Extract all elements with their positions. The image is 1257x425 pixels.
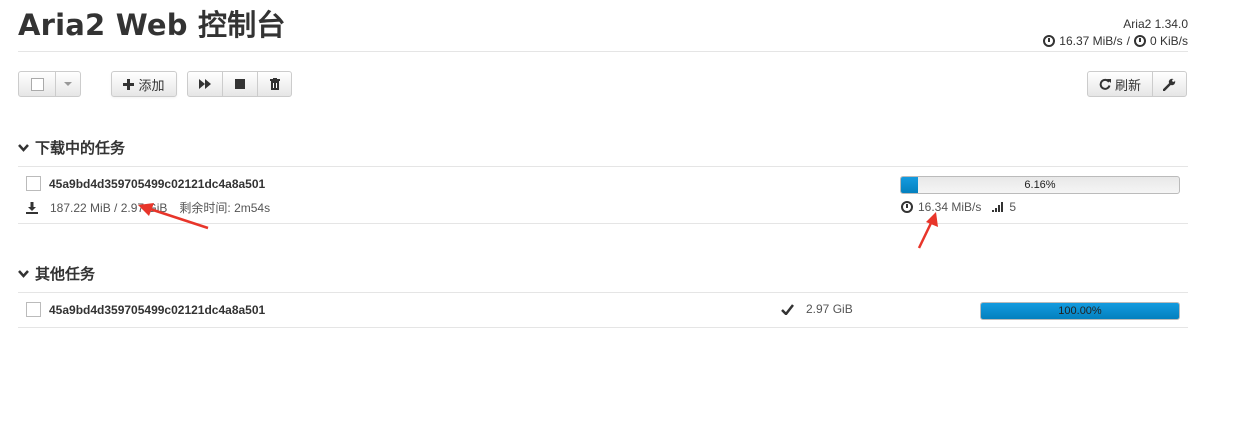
plus-icon [123,78,135,90]
add-task-label: 添加 [138,77,165,93]
check-icon [781,303,794,315]
section-divider [18,166,1188,167]
clock-icon [901,201,913,213]
add-task-button[interactable]: 添加 [111,71,177,97]
annotation-arrow-icon [917,212,938,249]
active-task-progress-bar: 6.16% [900,176,1180,194]
refresh-label: 刷新 [1114,77,1141,93]
active-task-size: 187.22 MiB / 2.97 GiB [50,200,168,215]
global-download-speed: 16.37 MiB/s [1059,34,1123,48]
refresh-icon [1099,78,1111,90]
section-others-title: 其他任务 [35,266,96,283]
active-task-remaining: 剩余时间: 2m54s [179,201,271,215]
checkbox-icon [30,77,44,91]
stop-icon [235,79,245,89]
trash-icon [269,78,280,90]
other-task-size: 2.97 GiB [806,302,853,316]
header-divider [18,51,1188,52]
section-active-header[interactable]: 下载中的任务 [18,137,125,158]
section-divider [18,292,1188,293]
refresh-settings-group: 刷新 [1087,71,1187,97]
section-others-header[interactable]: 其他任务 [18,263,95,284]
clock-icon [1043,35,1056,47]
aria2-version: Aria2 1.34.0 [1123,17,1188,31]
select-all-checkbox[interactable] [18,71,56,97]
stop-button[interactable] [222,71,258,97]
other-task-meta: 2.97 GiB [781,302,853,316]
download-icon [26,201,38,214]
page-title: Aria2 Web 控制台 [18,8,286,42]
play-icon [199,79,211,89]
chevron-down-icon [18,269,29,278]
other-task-progress-bar: 100.00% [980,302,1180,320]
start-button[interactable] [187,71,223,97]
signal-icon [992,202,1004,212]
caret-down-icon [64,82,72,86]
select-all-group [18,71,81,97]
global-upload-speed: 0 KiB/s [1149,34,1188,48]
row-divider [18,223,1188,224]
other-task-name[interactable]: 45a9bd4d359705499c02121dc4a8a501 [49,303,265,317]
global-speed: 16.37 MiB/s / 0 KiB/s [1043,34,1188,48]
settings-button[interactable] [1152,71,1187,97]
active-task-stats: 16.34 MiB/s 5 [901,200,1016,214]
chevron-down-icon [18,143,29,152]
active-task-meta: 187.22 MiB / 2.97 GiB 剩余时间: 2m54s [26,199,270,216]
select-dropdown-button[interactable] [55,71,81,97]
active-task-connections: 5 [1009,200,1017,214]
clock-icon [1133,35,1146,47]
speed-separator: / [1126,34,1130,48]
active-task-speed: 16.34 MiB/s [918,200,982,214]
delete-button[interactable] [257,71,292,97]
wrench-icon [1163,78,1176,91]
active-task-name[interactable]: 45a9bd4d359705499c02121dc4a8a501 [49,177,265,191]
task-checkbox[interactable] [26,302,41,317]
progress-label: 100.00% [1058,305,1102,317]
row-divider [18,327,1188,328]
refresh-button[interactable]: 刷新 [1087,71,1153,97]
progress-label: 6.16% [1024,179,1056,191]
task-checkbox[interactable] [26,176,41,191]
section-active-title: 下载中的任务 [35,140,126,157]
task-actions-group [187,71,292,97]
